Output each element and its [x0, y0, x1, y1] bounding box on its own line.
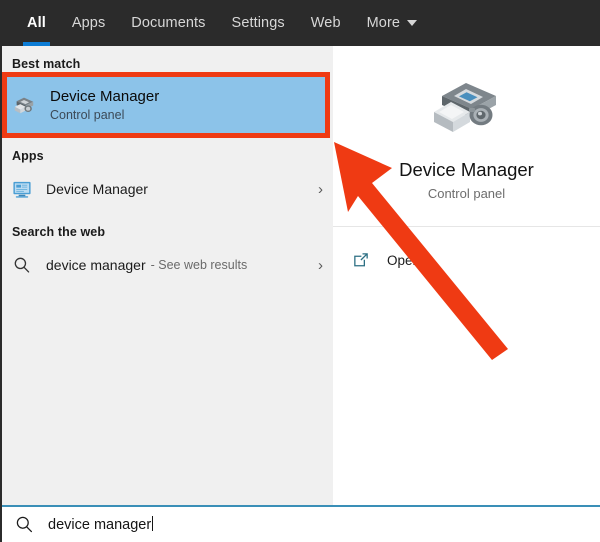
- open-external-icon: [351, 250, 371, 270]
- preview-divider: [333, 226, 600, 227]
- tab-apps[interactable]: Apps: [59, 0, 118, 46]
- chevron-right-icon[interactable]: ›: [318, 182, 323, 197]
- windows-search-panel: All Apps Documents Settings Web More Bes…: [0, 0, 600, 542]
- device-manager-large-icon: [428, 74, 506, 141]
- apps-header: Apps: [0, 133, 333, 169]
- best-match-subtitle: Control panel: [50, 107, 159, 124]
- device-manager-icon: [12, 93, 36, 117]
- tab-all[interactable]: All: [14, 0, 59, 46]
- preview-subtitle: Control panel: [428, 186, 505, 201]
- search-icon: [12, 255, 32, 275]
- text-cursor: [152, 516, 153, 531]
- preview-pane: Device Manager Control panel Open: [333, 46, 600, 505]
- preview-header: Device Manager Control panel: [333, 46, 600, 226]
- search-input-bar[interactable]: device manager: [0, 505, 600, 542]
- tab-documents[interactable]: Documents: [118, 0, 218, 46]
- action-open[interactable]: Open: [333, 239, 600, 281]
- search-body: Best match: [0, 46, 600, 505]
- device-manager-app-icon: [12, 179, 32, 199]
- list-item-device-manager-app[interactable]: Device Manager ›: [0, 169, 333, 209]
- search-input[interactable]: device manager: [48, 516, 153, 533]
- tab-more[interactable]: More: [354, 0, 430, 46]
- tab-settings[interactable]: Settings: [219, 0, 298, 46]
- chevron-right-icon[interactable]: ›: [318, 258, 323, 273]
- search-input-value: device manager: [48, 517, 151, 533]
- tab-web[interactable]: Web: [298, 0, 354, 46]
- preview-title: Device Manager: [399, 159, 534, 181]
- search-the-web-header: Search the web: [0, 209, 333, 245]
- tab-more-label: More: [367, 15, 400, 31]
- best-match-text: Device Manager Control panel: [50, 87, 159, 124]
- tab-apps-label: Apps: [72, 15, 105, 31]
- web-query-label: device manager: [46, 257, 146, 273]
- best-match-title: Device Manager: [50, 87, 159, 106]
- search-filter-tabbar: All Apps Documents Settings Web More: [0, 0, 600, 46]
- tab-all-label: All: [27, 15, 46, 31]
- best-match-header: Best match: [0, 46, 333, 77]
- search-icon: [14, 515, 34, 535]
- tab-documents-label: Documents: [131, 15, 205, 31]
- list-item-web-result[interactable]: device manager - See web results ›: [0, 245, 333, 285]
- chevron-down-icon: [407, 20, 417, 26]
- web-result-suffix: - See web results: [151, 258, 248, 272]
- window-left-edge: [0, 0, 2, 542]
- list-item-label: Device Manager: [46, 181, 148, 197]
- search-results-pane: Best match: [0, 46, 333, 505]
- tab-settings-label: Settings: [232, 15, 285, 31]
- tab-web-label: Web: [311, 15, 341, 31]
- action-open-label: Open: [387, 253, 420, 268]
- best-match-row[interactable]: Device Manager Control panel: [5, 77, 330, 133]
